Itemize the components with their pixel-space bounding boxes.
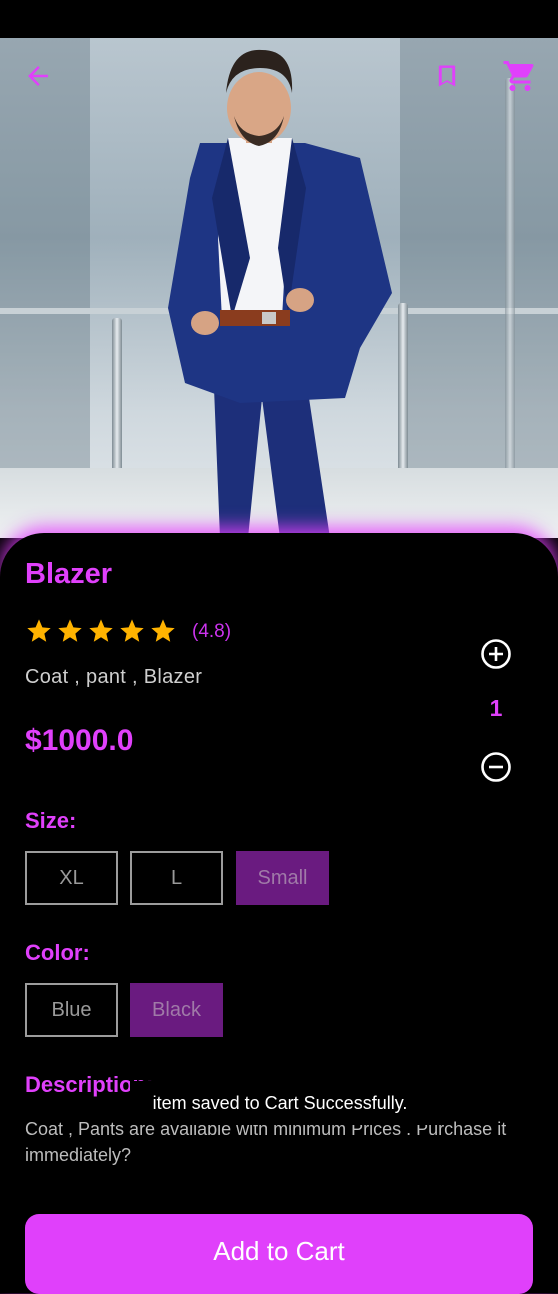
size-option-xl[interactable]: XL [25,851,118,905]
star-rating [25,617,177,645]
product-price: $1000.0 [25,724,134,757]
bookmark-icon [438,65,456,87]
quantity-increase-button[interactable] [480,638,512,670]
quantity-value: 1 [489,695,503,721]
star-icon [151,619,175,642]
quantity-decrease-button[interactable] [480,751,512,783]
minus-circle-icon [481,752,511,782]
add-to-cart-label: Add to Cart [213,1236,345,1266]
toast-message: item saved to Cart Successfully. [130,1081,430,1125]
cart-button[interactable] [498,56,542,96]
shopping-cart-icon [503,61,534,91]
star-icon [27,619,51,642]
color-option-black[interactable]: Black [130,983,223,1037]
star-icon [58,619,82,642]
product-details-sheet [0,533,558,1293]
product-subtitle: Coat , pant , Blazer [25,666,203,688]
star-icon [120,619,144,642]
status-bar [0,0,558,38]
back-button[interactable] [18,56,58,96]
plus-circle-icon [481,639,511,669]
star-icon [89,619,113,642]
rating-value: (4.8) [192,621,232,642]
product-title: Blazer [25,558,113,590]
color-option-blue[interactable]: Blue [25,983,118,1037]
size-option-l[interactable]: L [130,851,223,905]
product-image [0,38,558,538]
arrow-left-icon [28,66,48,86]
add-to-cart-button[interactable]: Add to Cart [25,1214,533,1294]
model-figure [168,49,392,538]
color-label: Color: [25,940,90,965]
size-label: Size: [25,808,77,833]
size-option-small[interactable]: Small [236,851,329,905]
bookmark-button[interactable] [428,56,466,96]
